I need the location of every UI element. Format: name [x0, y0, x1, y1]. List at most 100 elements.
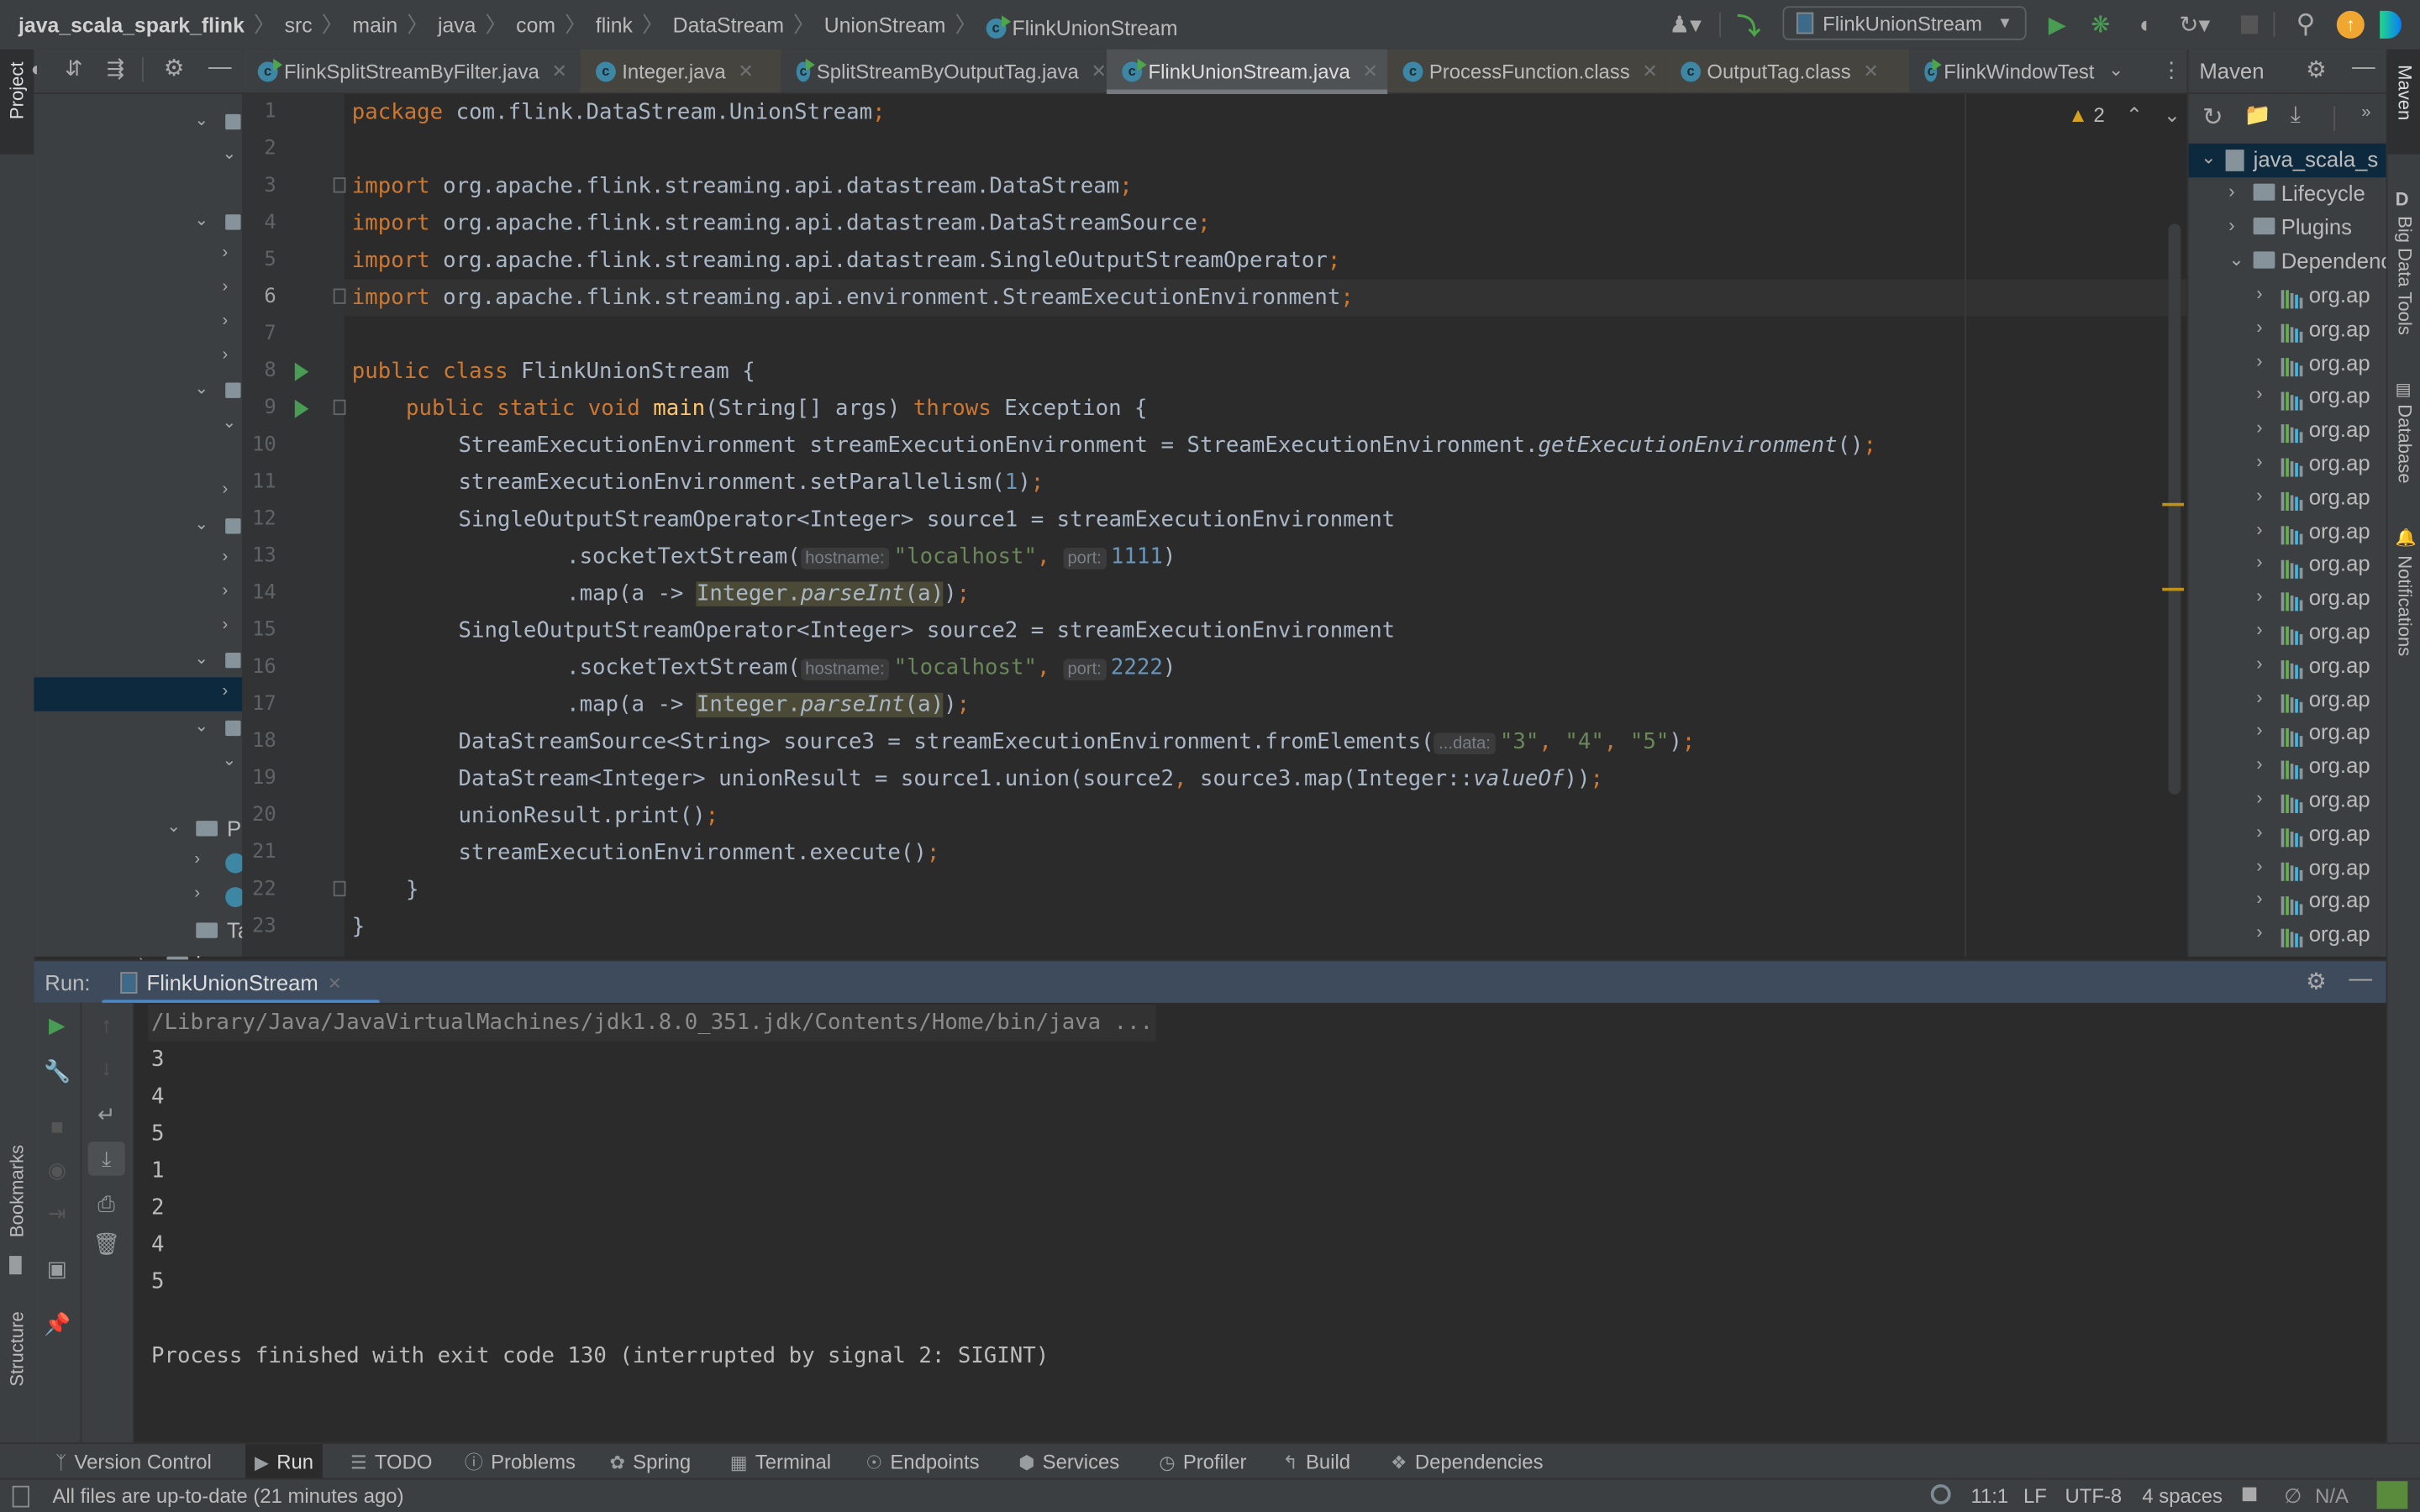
tool-endpoints[interactable]: ☉ Endpoints: [856, 1444, 988, 1479]
next-highlight-icon[interactable]: ⌄: [2164, 103, 2181, 127]
previous-highlight-icon[interactable]: ⌃: [2126, 103, 2143, 127]
chevron-right-icon[interactable]: ›: [222, 278, 228, 297]
exit-icon[interactable]: ⇥: [42, 1200, 73, 1226]
tree-node[interactable]: ⌄: [34, 643, 242, 677]
tab-flinksplitstreambyfilter[interactable]: c FlinkSplitStreamByFilter.java ✕: [242, 50, 580, 92]
chevron-right-icon[interactable]: ›: [2228, 214, 2234, 236]
chevron-down-icon[interactable]: ⌄: [166, 816, 181, 836]
maven-tree-node[interactable]: › org.ap: [2188, 817, 2387, 851]
warning-marker[interactable]: [2162, 502, 2184, 507]
close-icon[interactable]: ✕: [738, 60, 753, 82]
chevron-right-icon[interactable]: ›: [2256, 517, 2262, 539]
close-icon[interactable]: ✕: [1863, 60, 1878, 82]
structure-tool-label[interactable]: Structure: [6, 1311, 28, 1386]
tree-node[interactable]: ›: [34, 307, 242, 341]
breadcrumb-item[interactable]: DataStream: [673, 0, 784, 50]
chevron-right-icon[interactable]: ›: [2256, 316, 2262, 338]
chevron-right-icon[interactable]: ›: [222, 581, 228, 600]
tool-build[interactable]: ↰ Build: [1273, 1444, 1360, 1479]
minimize-icon[interactable]: —: [2352, 54, 2375, 80]
maven-tree-node[interactable]: › org.ap: [2188, 347, 2387, 381]
collapse-all-icon[interactable]: ⇶: [107, 55, 125, 81]
camera-icon[interactable]: ◉: [42, 1158, 73, 1184]
caret-position[interactable]: 11:1: [1971, 1484, 2009, 1508]
tree-node[interactable]: ›: [34, 273, 242, 307]
maven-tree-node[interactable]: › org.ap: [2188, 279, 2387, 312]
build-hammer-icon[interactable]: ⤵: [1734, 11, 1762, 39]
run-tab[interactable]: FlinkUnionStream ✕: [120, 961, 342, 1004]
indent-setting[interactable]: 4 spaces: [2142, 1484, 2223, 1508]
more-icon[interactable]: ⋮: [2160, 57, 2182, 83]
chevron-down-icon[interactable]: ⌄: [194, 210, 208, 230]
tool-windows-toggle-icon[interactable]: [12, 1485, 29, 1508]
breadcrumb-class[interactable]: c FlinkUnionStream: [986, 3, 1178, 53]
chevron-right-icon[interactable]: ›: [222, 480, 228, 498]
tab-flinkunionstream[interactable]: c FlinkUnionStream.java ✕: [1106, 49, 1388, 95]
chevron-right-icon[interactable]: ›: [222, 548, 228, 566]
chevron-down-icon[interactable]: ⌄: [2108, 59, 2123, 81]
chevron-down-icon[interactable]: ⌄: [194, 716, 208, 736]
run-gutter-icon[interactable]: [294, 399, 309, 418]
warning-marker[interactable]: [2162, 587, 2184, 591]
chevron-right-icon[interactable]: ›: [2256, 484, 2262, 506]
maven-tree-node[interactable]: › org.ap: [2188, 312, 2387, 346]
tree-node[interactable]: ›: [34, 677, 243, 711]
tab-outputtag[interactable]: c OutputTag.class ✕: [1665, 49, 1910, 93]
chevron-down-icon[interactable]: ⌄: [222, 412, 236, 432]
chevron-right-icon[interactable]: ›: [2256, 921, 2262, 943]
chevron-right-icon[interactable]: ›: [2228, 181, 2234, 202]
breadcrumb-item[interactable]: flink: [596, 0, 633, 50]
reload-folder-icon[interactable]: 📁: [2244, 102, 2271, 128]
trash-icon[interactable]: 🗑: [91, 1231, 122, 1257]
maven-tree-node[interactable]: › org.ap: [2188, 582, 2387, 616]
tool-problems[interactable]: ⓘ Problems: [455, 1444, 585, 1479]
soft-wrap-icon[interactable]: ↵: [91, 1101, 122, 1127]
layout-icon[interactable]: ▣: [42, 1256, 73, 1282]
fold-marker-icon[interactable]: [333, 399, 346, 416]
tool-todo[interactable]: ☰ TODO: [341, 1444, 442, 1479]
tab-splitstreambyoutputtag[interactable]: c SplitStreamByOutputTag.java ✕: [781, 50, 1107, 92]
lock-icon[interactable]: [2242, 1487, 2257, 1502]
maven-tree-node[interactable]: › org.ap: [2188, 481, 2387, 515]
chevron-down-icon[interactable]: ⌄: [222, 144, 236, 164]
database-label[interactable]: Database: [2394, 404, 2416, 483]
bookmarks-tool-label[interactable]: Bookmarks: [6, 1145, 28, 1237]
line-separator[interactable]: LF: [2023, 1484, 2047, 1508]
gear-icon[interactable]: ⚙: [2306, 55, 2327, 83]
maven-tree-node[interactable]: › org.ap: [2188, 515, 2387, 549]
tree-node[interactable]: Ta: [34, 913, 250, 947]
big-data-tools-label[interactable]: Big Data Tools: [2394, 216, 2416, 335]
chevron-down-icon[interactable]: ⌄: [222, 750, 236, 769]
gear-icon[interactable]: ⚙: [164, 54, 185, 81]
update-icon[interactable]: ↑: [2336, 10, 2365, 39]
maven-tool-button[interactable]: Maven: [2387, 49, 2420, 155]
tree-node[interactable]: ⌄: [34, 139, 242, 172]
close-icon[interactable]: ✕: [328, 973, 342, 993]
debug-icon[interactable]: ❋: [2086, 11, 2114, 39]
close-icon[interactable]: ✕: [1091, 60, 1106, 82]
maven-tree-node[interactable]: › org.ap: [2188, 784, 2387, 817]
breadcrumb-item[interactable]: src: [285, 0, 313, 50]
maven-tree-node[interactable]: › org.ap: [2188, 750, 2387, 784]
code-editor[interactable]: 1 2 3 4 5 6 7 8 9 10 11 12 13 14 15 16 17 18 19 20 21 22 23 ▲ …: [242, 94, 2187, 957]
tool-dependencies[interactable]: ❖ Dependencies: [1381, 1444, 1553, 1479]
run-command[interactable]: /Library/Java/JavaVirtualMachines/jdk1.8…: [148, 1004, 1156, 1042]
select-opened-file-icon[interactable]: ◐: [31, 57, 43, 81]
chevron-down-icon[interactable]: ⌄: [2201, 146, 2216, 168]
tool-services[interactable]: ⬢ Services: [1009, 1444, 1128, 1479]
chevron-right-icon[interactable]: ›: [2256, 888, 2262, 910]
chevron-down-icon[interactable]: ⌄: [194, 378, 208, 398]
plugin-badge-icon[interactable]: [2376, 1481, 2408, 1509]
maven-tree-node[interactable]: › org.ap: [2188, 885, 2387, 918]
maven-tree-node[interactable]: › org.ap: [2188, 649, 2387, 683]
chevron-right-icon[interactable]: ›: [2256, 753, 2262, 775]
tool-terminal[interactable]: ▦ Terminal: [721, 1444, 840, 1479]
maven-tree-node[interactable]: › org.ap: [2188, 918, 2387, 952]
tool-profiler[interactable]: ◷ Profiler: [1150, 1444, 1255, 1479]
project-tool-button[interactable]: Project: [0, 49, 34, 155]
maven-tree-node[interactable]: › org.ap: [2188, 381, 2387, 414]
tree-node[interactable]: ›: [34, 543, 242, 577]
fold-marker-icon[interactable]: [333, 177, 346, 193]
editor-scrollbar[interactable]: [2168, 223, 2181, 795]
chevron-right-icon[interactable]: ›: [2256, 383, 2262, 405]
